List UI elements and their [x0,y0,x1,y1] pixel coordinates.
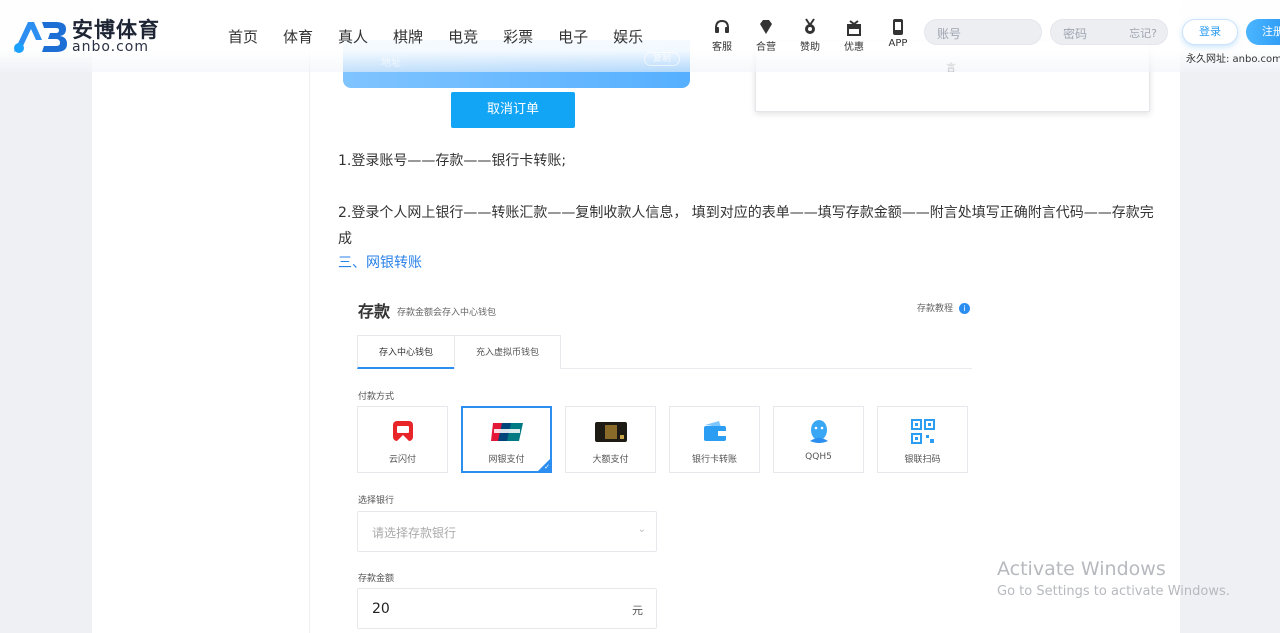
step-two: 2.登录个人网上银行——转账汇款——复制收款人信息， 填到对应的表单——填写存款… [338,205,1154,247]
quick-customer-service[interactable]: 客服 [700,18,744,53]
gift-icon [847,20,861,36]
payment-method-large-amount[interactable]: 大额支付 [565,406,656,473]
password-input[interactable]: 密码 忘记? [1050,19,1168,45]
amount-label: 存款金额 [358,574,395,584]
medal-icon [805,18,815,34]
deposit-title: 存款 [358,302,391,321]
qr-scan-icon [911,419,935,444]
cancel-order-button[interactable]: 取消订单 [451,92,575,128]
payment-method-name: 大额支付 [592,455,629,465]
nav-item-esports[interactable]: 电竞 [448,26,478,47]
activate-windows-title: Activate Windows [997,558,1166,580]
headset-icon [715,19,729,33]
unionpay-quickpass-icon [393,421,413,441]
quick-links: 客服 合营 赞助 优惠 APP [700,18,920,53]
main-nav: 首页 体育 真人 棋牌 电竞 彩票 电子 娱乐 [228,26,668,47]
nav-item-live[interactable]: 真人 [338,26,368,47]
section-title: 三、网银转账 [338,255,422,271]
bank-select-placeholder: 请选择存款银行 [372,526,457,540]
account-input[interactable]: 账号 [924,19,1042,45]
forgot-password-link[interactable]: 忘记? [1129,25,1157,41]
payment-method-bank-transfer[interactable]: 银行卡转账 [669,406,760,473]
payment-method-name: QQH5 [805,452,832,462]
bank-select-label: 选择银行 [358,496,395,506]
quick-partner[interactable]: 合营 [744,18,788,53]
nav-item-cards[interactable]: 棋牌 [393,26,423,47]
permanent-url: 永久网址: anbo.com [1186,54,1280,65]
left-gutter [92,0,310,633]
register-button[interactable]: 注册 [1246,19,1280,45]
login-button[interactable]: 登录 [1182,19,1238,45]
unionpay-icon [491,423,523,441]
quick-label: APP [888,38,908,49]
app-icon [893,19,903,35]
logo[interactable]: 安博体育 anbo.com [12,14,162,58]
quick-app[interactable]: APP [876,18,920,53]
nav-item-slots[interactable]: 电子 [558,26,588,47]
quick-label: 优惠 [844,42,864,53]
wallet-icon [704,421,726,441]
chevron-down-icon: ⌄ [637,524,646,535]
deposit-tutorial-link[interactable]: 存款教程 i [917,301,971,314]
activate-windows-subtitle: Go to Settings to activate Windows. [997,584,1230,599]
amount-value: 20 [372,601,390,617]
amount-unit: 元 [632,604,643,617]
check-icon: ✓ [544,463,550,471]
quick-sponsor[interactable]: 赞助 [788,18,832,53]
quick-label: 客服 [712,42,732,53]
amount-input[interactable]: 20 元 [357,588,657,629]
nav-item-lottery[interactable]: 彩票 [503,26,533,47]
step-one: 1.登录账号——存款——银行卡转账; [338,153,567,169]
bank-card-icon [595,422,627,442]
deposit-tutorial-label: 存款教程 [917,304,954,314]
tab-crypto-wallet[interactable]: 充入虚拟币钱包 [454,335,562,369]
bank-select[interactable]: 请选择存款银行 ⌄ [357,511,657,552]
site-header: 安博体育 anbo.com 首页 体育 真人 棋牌 电竞 彩票 电子 娱乐 客服… [0,0,1280,72]
quick-label: 合营 [756,42,776,53]
quick-promotions[interactable]: 优惠 [832,18,876,53]
info-icon: i [959,303,971,314]
payment-method-label: 付款方式 [358,392,395,402]
payment-method-online-banking[interactable]: 网银支付 ✓ [461,406,552,473]
payment-method-qqh5[interactable]: QQH5 [773,406,864,473]
payment-method-qr-scan[interactable]: 银联扫码 [877,406,968,473]
payment-method-name: 银行卡转账 [691,455,737,465]
nav-item-sports[interactable]: 体育 [283,26,313,47]
payment-method-name: 银联扫码 [904,455,941,465]
wallet-tabs: 存入中心钱包 充入虚拟币钱包 [357,335,972,369]
deposit-panel: 存款 存款金额会存入中心钱包 存款教程 i 存入中心钱包 充入虚拟币钱包 付款方式… [340,286,980,633]
tab-central-wallet[interactable]: 存入中心钱包 [357,335,456,369]
payment-method-name: 云闪付 [388,455,416,465]
deposit-subtitle: 存款金额会存入中心钱包 [397,308,497,318]
password-placeholder: 密码 [1063,27,1088,41]
quick-label: 赞助 [800,42,820,53]
diamond-icon [760,20,772,34]
qq-penguin-icon [810,420,828,443]
nav-item-entertainment[interactable]: 娱乐 [613,26,643,47]
logo-domain: anbo.com [72,39,150,55]
account-placeholder: 账号 [937,27,962,41]
payment-methods: 云闪付 网银支付 ✓ 大额支付 银行卡转账 QQH5 银联扫码 [357,406,981,473]
nav-item-home[interactable]: 首页 [228,26,258,47]
anbo-logo-icon [14,22,67,53]
payment-method-quickpass[interactable]: 云闪付 [357,406,448,473]
